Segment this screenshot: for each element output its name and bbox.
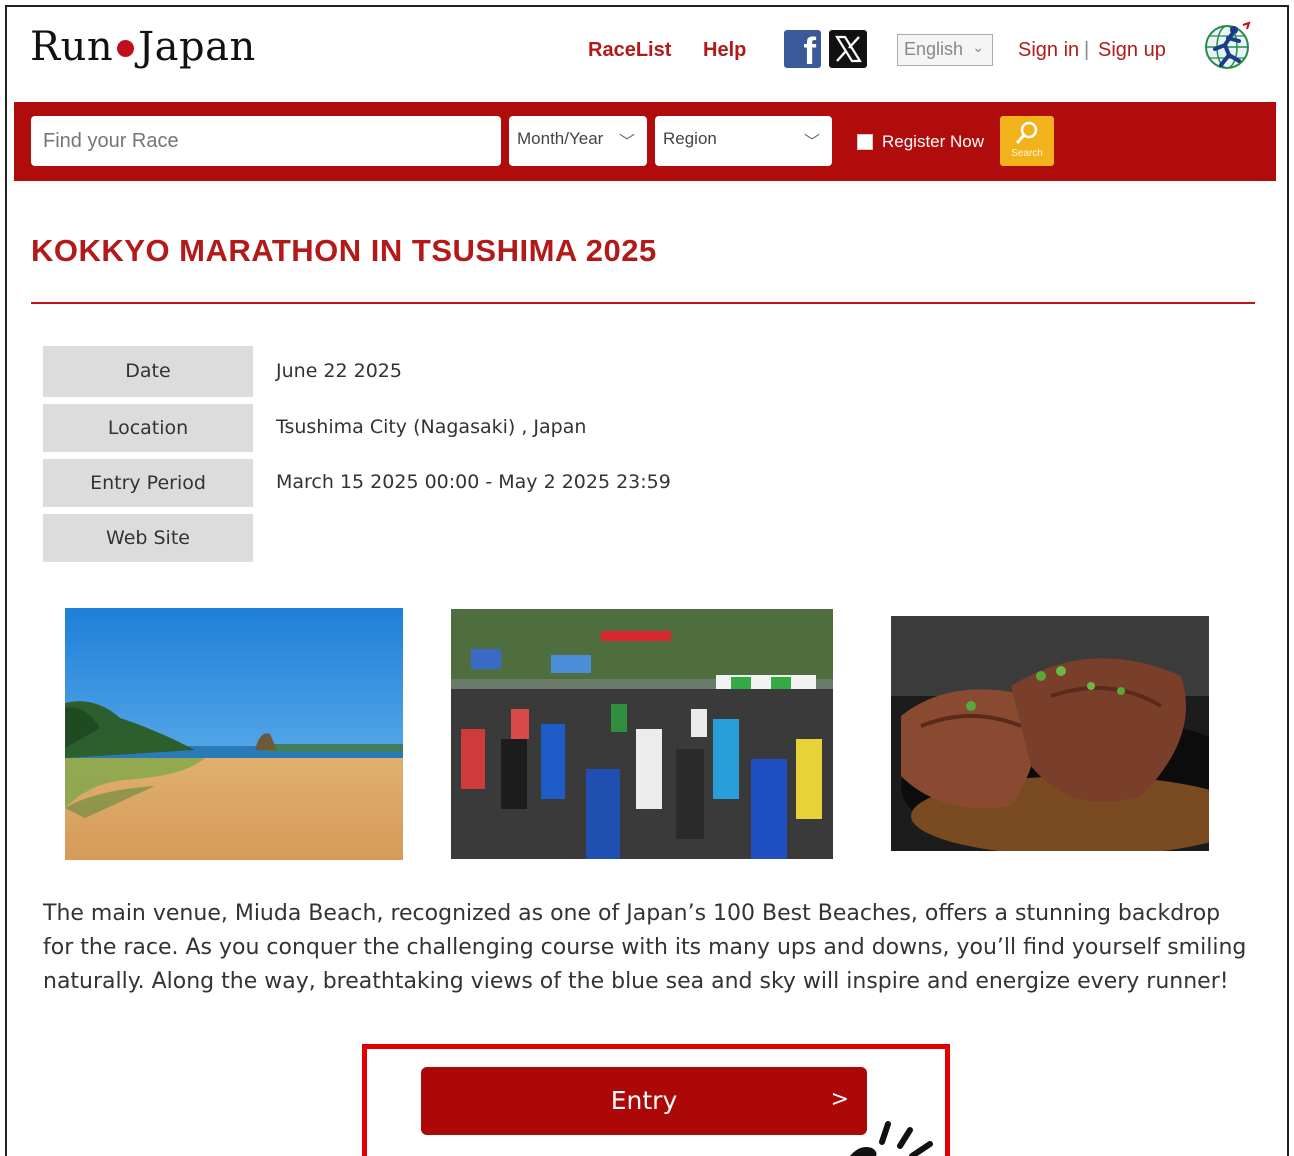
magnifier-icon: [1016, 121, 1038, 144]
x-twitter-icon[interactable]: [829, 30, 867, 68]
month-year-value: Month/Year: [517, 129, 604, 148]
entry-button-label: Entry: [610, 1086, 678, 1115]
find-race-input[interactable]: [31, 116, 501, 166]
register-now-checkbox[interactable]: [857, 134, 873, 150]
site-logo[interactable]: Run Japan: [30, 24, 256, 70]
info-label-date: Date: [43, 346, 253, 397]
chevron-down-icon: ﹀: [618, 134, 635, 151]
search-button-label: Search: [1011, 148, 1043, 159]
nav-help-link[interactable]: Help: [703, 39, 746, 62]
info-value-location: Tsushima City (Nagasaki) , Japan: [276, 416, 587, 438]
logo-text-run: Run: [30, 24, 114, 70]
race-description: The main venue, Miuda Beach, recognized …: [43, 901, 1247, 994]
logo-dot: [117, 39, 135, 57]
chevron-down-icon: ⌄: [972, 39, 984, 55]
grilled-meat-photo: [891, 616, 1209, 851]
month-year-select[interactable]: Month/Year ﹀: [509, 116, 647, 166]
click-indicator-icon: [850, 1121, 933, 1156]
info-value-entry-period: March 15 2025 00:00 - May 2 2025 23:59: [276, 471, 671, 493]
chevron-down-icon: ﹀: [803, 134, 820, 151]
logo-text-japan: Japan: [138, 24, 256, 70]
register-now-label[interactable]: Register Now: [882, 132, 984, 152]
region-select[interactable]: Region ﹀: [655, 116, 832, 166]
chevron-right-icon: >: [830, 1087, 849, 1112]
sign-up-link[interactable]: Sign up: [1098, 39, 1166, 62]
region-value: Region: [663, 129, 717, 148]
marathon-runners-photo: [451, 609, 833, 859]
info-label-entry-period: Entry Period: [43, 459, 253, 507]
info-value-date: June 22 2025: [276, 360, 402, 382]
beach-photo: [65, 608, 403, 860]
entry-button[interactable]: Entry >: [421, 1067, 867, 1135]
facebook-icon[interactable]: f: [784, 30, 821, 71]
language-select[interactable]: English ⌄: [897, 34, 993, 66]
runner-globe-logo-icon[interactable]: [1201, 21, 1255, 71]
race-title: KOKKYO MARATHON IN TSUSHIMA 2025: [31, 233, 657, 268]
title-divider: [31, 302, 1255, 304]
auth-separator: |: [1084, 39, 1090, 61]
sign-in-link[interactable]: Sign in: [1018, 39, 1079, 62]
search-button[interactable]: Search: [1000, 116, 1054, 166]
info-label-website: Web Site: [43, 514, 253, 562]
language-value: English: [904, 39, 964, 59]
nav-racelist-link[interactable]: RaceList: [588, 39, 671, 62]
info-label-location: Location: [43, 404, 253, 452]
